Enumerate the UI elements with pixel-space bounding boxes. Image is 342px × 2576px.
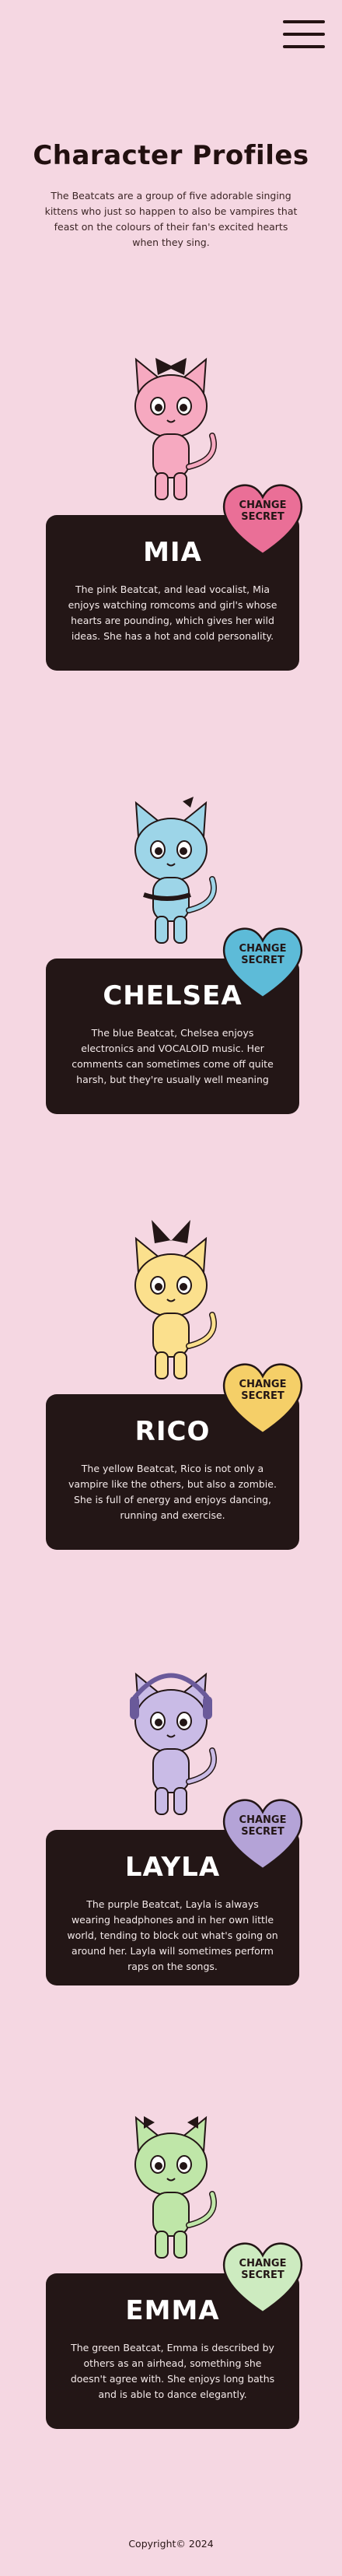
change-secret-button[interactable]: CHANGE SECRET bbox=[220, 1794, 305, 1872]
character-description: The pink Beatcat, and lead vocalist, Mia… bbox=[68, 584, 277, 642]
change-secret-label: CHANGE SECRET bbox=[239, 1814, 287, 1838]
character-description: The blue Beatcat, Chelsea enjoys electro… bbox=[72, 1027, 274, 1085]
character-description: The purple Beatcat, Layla is always wear… bbox=[67, 1898, 278, 1972]
character-profile: MIA The pink Beatcat, and lead vocalist, … bbox=[0, 335, 342, 677]
change-secret-label: CHANGE SECRET bbox=[239, 1379, 287, 1402]
hamburger-icon-bar bbox=[283, 33, 325, 36]
change-secret-button[interactable]: CHANGE SECRET bbox=[220, 2238, 305, 2315]
character-profile: EMMA The green Beatcat, Emma is described… bbox=[0, 2093, 342, 2435]
hamburger-icon-bar bbox=[283, 45, 325, 48]
page-title: Character Profiles bbox=[33, 140, 309, 171]
character-illustration bbox=[113, 335, 229, 513]
character-description: The yellow Beatcat, Rico is not only a v… bbox=[68, 1463, 277, 1521]
hamburger-icon-bar bbox=[283, 20, 325, 23]
character-profile: CHELSEA The blue Beatcat, Chelsea enjoys … bbox=[0, 778, 342, 1120]
character-profile: LAYLA The purple Beatcat, Layla is always… bbox=[0, 1649, 342, 1992]
change-secret-button[interactable]: CHANGE SECRET bbox=[220, 1358, 305, 1436]
change-secret-label: CHANGE SECRET bbox=[239, 2258, 287, 2281]
change-secret-button[interactable]: CHANGE SECRET bbox=[220, 479, 305, 557]
change-secret-label: CHANGE SECRET bbox=[239, 499, 287, 523]
hero-section: Character Profiles The Beatcats are a gr… bbox=[0, 140, 342, 251]
character-illustration bbox=[113, 1649, 229, 1828]
intro-text: The Beatcats are a group of five adorabl… bbox=[44, 190, 298, 248]
character-profile: RICO The yellow Beatcat, Rico is not only… bbox=[0, 1214, 342, 1556]
change-secret-label: CHANGE SECRET bbox=[239, 943, 287, 966]
character-illustration bbox=[113, 778, 229, 957]
menu-button[interactable] bbox=[283, 20, 325, 48]
character-illustration bbox=[113, 1214, 229, 1393]
character-illustration bbox=[113, 2093, 229, 2272]
copyright: Copyright© 2024 bbox=[128, 2538, 214, 2550]
character-description: The green Beatcat, Emma is described by … bbox=[70, 2342, 275, 2400]
change-secret-button[interactable]: CHANGE SECRET bbox=[220, 923, 305, 1001]
